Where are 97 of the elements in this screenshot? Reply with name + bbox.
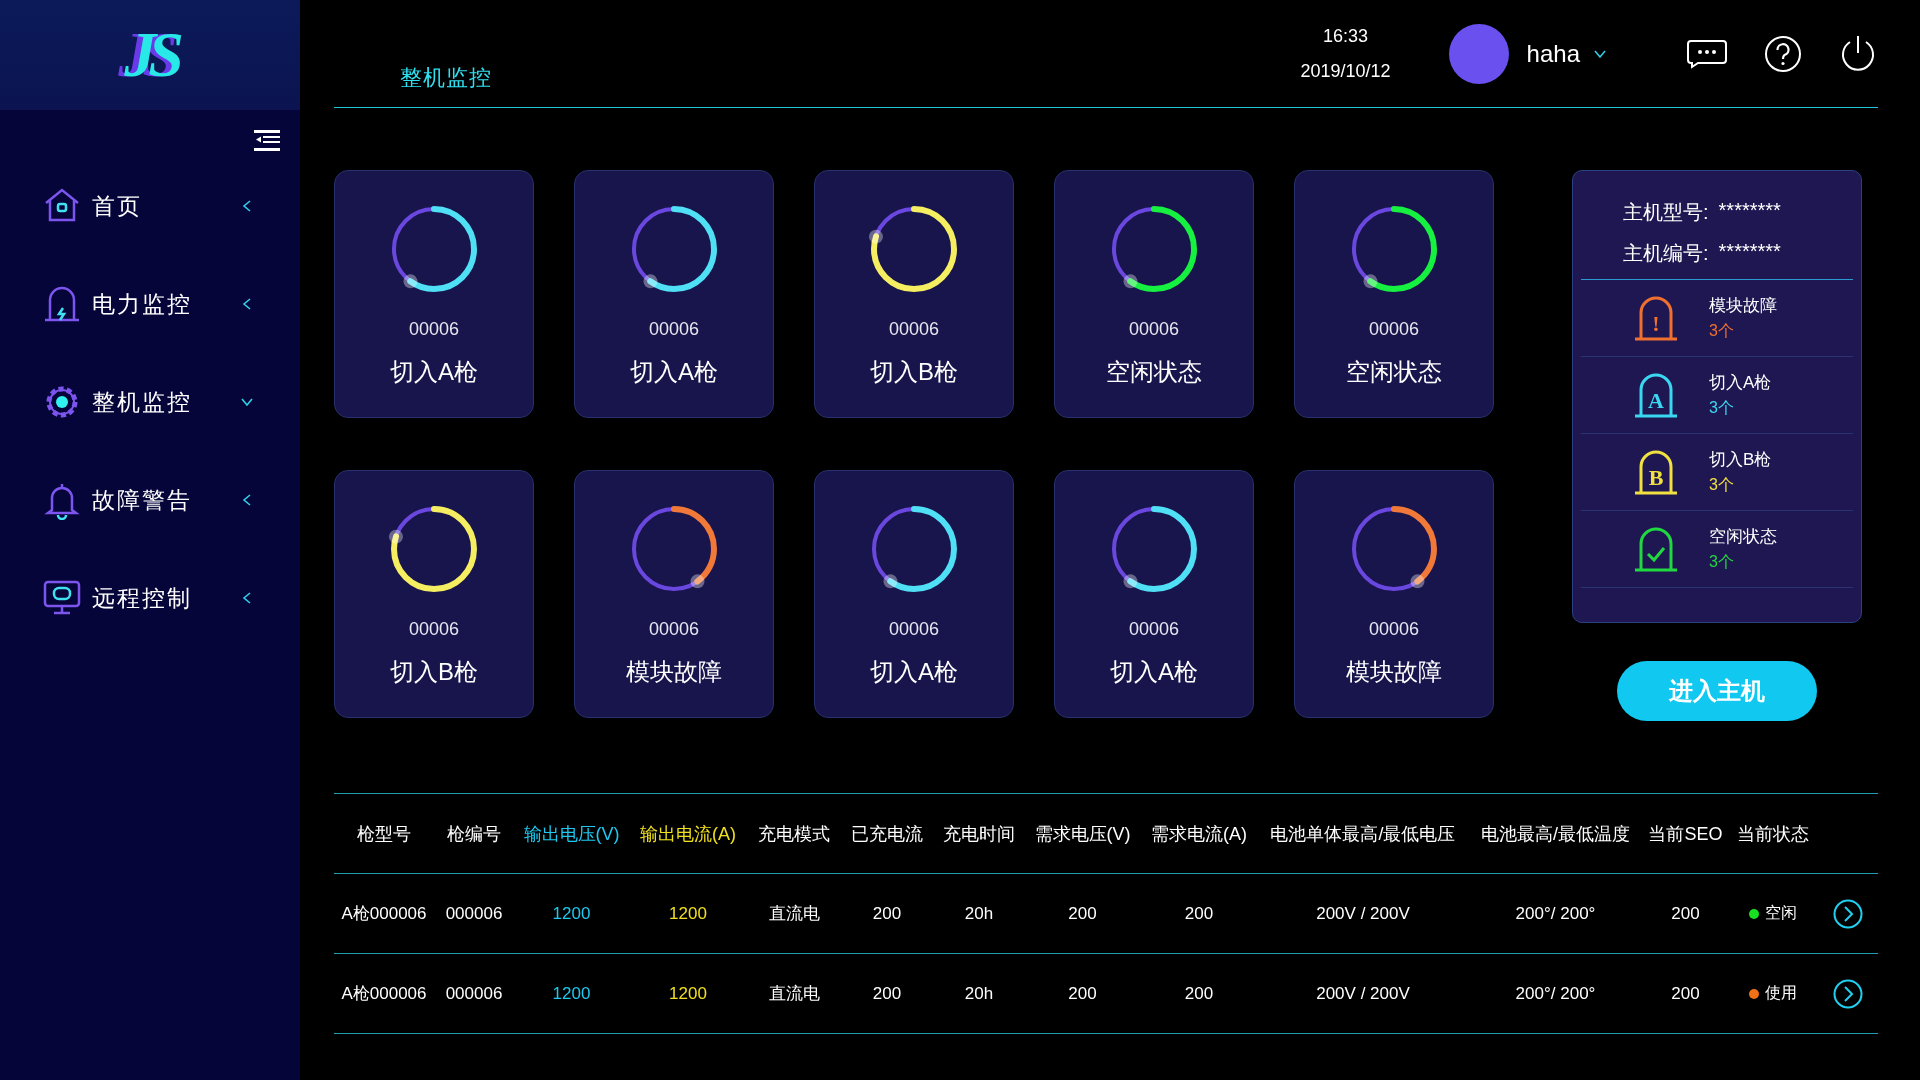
message-icon[interactable] — [1686, 38, 1728, 69]
nav-item[interactable]: 首页 — [0, 182, 300, 230]
nav-item[interactable]: 远程控制 — [0, 574, 300, 622]
stat-count: 3个 — [1709, 321, 1735, 341]
status-card[interactable]: 00006 切入A枪 — [1054, 470, 1254, 718]
card-code: 00006 — [888, 319, 940, 340]
table-cell-text: 200V / 200V — [1315, 983, 1411, 1004]
help-icon[interactable] — [1764, 34, 1802, 73]
field-value: ******** — [1718, 240, 1781, 264]
column-header: 电池单体最高/最低电压 — [1269, 822, 1457, 846]
nav-item[interactable]: 电力监控 — [0, 280, 300, 328]
table-cell-text: 200 — [1183, 903, 1215, 924]
username[interactable]: haha — [1526, 39, 1580, 68]
table-cell-text: 1200 — [551, 903, 592, 924]
bolt-icon — [42, 284, 82, 324]
card-status: 切入A枪 — [630, 357, 718, 387]
card-code: 00006 — [408, 619, 460, 640]
table-cell-text: 000006 — [444, 903, 504, 924]
table-cell-text: 200V / 200V — [1315, 903, 1411, 924]
caret-icon[interactable] — [1594, 49, 1606, 58]
status-card[interactable]: 00006 模块故障 — [574, 470, 774, 718]
table-cell-text: 200 — [1670, 983, 1701, 1004]
status-card[interactable]: 00006 模块故障 — [1294, 470, 1494, 718]
stat-label: 切入A枪 — [1709, 372, 1772, 394]
table-cell-text: 200 — [1183, 983, 1215, 1004]
field-label: 主机型号: — [1623, 200, 1709, 225]
card-code: 00006 — [648, 319, 700, 340]
table-cell-text: 20h — [963, 983, 995, 1004]
field-label: 主机编号: — [1623, 241, 1709, 266]
status-card[interactable]: 00006 切入A枪 — [334, 170, 534, 418]
card-code: 00006 — [1368, 319, 1420, 340]
status-card[interactable]: 00006 切入B枪 — [334, 470, 534, 718]
status-card[interactable]: 00006 切入A枪 — [814, 470, 1014, 718]
table-cell-text: 1200 — [668, 983, 708, 1004]
table-cell-text: A枪000006 — [340, 983, 428, 1005]
page-title: 整机监控 — [400, 64, 492, 92]
column-header: 输出电压(V) — [522, 822, 621, 846]
card-code: 00006 — [648, 619, 700, 640]
status-card[interactable]: 00006 切入B枪 — [814, 170, 1014, 418]
field-value: ******** — [1718, 199, 1781, 223]
table-cell-text: 直流电 — [767, 903, 821, 925]
table-cell-text: A枪000006 — [340, 903, 428, 925]
date-text: 2019/10/12 — [1300, 60, 1391, 82]
card-status: 空闲状态 — [1346, 357, 1442, 387]
column-header: 当前SEO — [1647, 822, 1724, 846]
table-cell-text: 200 — [1670, 903, 1701, 924]
column-header: 需求电压(V) — [1033, 822, 1132, 846]
table-cell-text: 20h — [963, 903, 995, 924]
table-cell-text: 1200 — [668, 903, 708, 924]
column-header: 已充电流 — [850, 822, 924, 846]
table-cell-text: 200 — [871, 983, 903, 1004]
stat-label: 切入B枪 — [1709, 449, 1772, 471]
status-text: 使用 — [1765, 983, 1797, 1003]
card-code: 00006 — [888, 619, 940, 640]
card-status: 切入B枪 — [870, 357, 958, 387]
card-status: 切入A枪 — [870, 657, 958, 687]
card-status: 空闲状态 — [1106, 357, 1202, 387]
column-header: 输出电流(A) — [639, 822, 737, 846]
table-cell-text: 200°/ 200° — [1514, 983, 1597, 1004]
table-cell-text: 000006 — [444, 983, 504, 1004]
stat-count: 3个 — [1709, 398, 1735, 418]
time-text: 16:33 — [1323, 25, 1369, 47]
column-header: 枪型号 — [356, 822, 412, 846]
card-code: 00006 — [1128, 619, 1180, 640]
table-cell-text: 直流电 — [767, 983, 821, 1005]
card-code: 00006 — [408, 319, 460, 340]
table-cell-text: 200 — [1067, 903, 1098, 924]
next-icon[interactable] — [1833, 978, 1863, 1009]
table-cell-text: 200°/ 200° — [1514, 903, 1597, 924]
nav-item[interactable]: 故障警告 — [0, 476, 300, 524]
status-card[interactable]: 00006 切入A枪 — [574, 170, 774, 418]
card-status: 切入A枪 — [390, 357, 478, 387]
stat-count: 3个 — [1709, 552, 1735, 572]
column-header: 充电模式 — [757, 822, 831, 846]
column-header: 需求电流(A) — [1150, 822, 1248, 846]
column-header: 充电时间 — [942, 822, 1016, 846]
table-cell-text: 200 — [1067, 983, 1098, 1004]
column-header: 枪编号 — [446, 822, 502, 846]
table-cell-text: 1200 — [551, 983, 592, 1004]
menu-icon[interactable] — [254, 130, 280, 152]
card-status: 切入A枪 — [1110, 657, 1198, 687]
card-status: 切入B枪 — [390, 657, 478, 687]
status-text: 空闲 — [1765, 903, 1797, 923]
stat-label: 模块故障 — [1709, 295, 1777, 317]
card-code: 00006 — [1368, 619, 1420, 640]
next-icon[interactable] — [1833, 898, 1863, 929]
card-code: 00006 — [1128, 319, 1180, 340]
nav-item[interactable]: 整机监控 — [0, 378, 300, 426]
card-status: 模块故障 — [1346, 657, 1442, 687]
status-card[interactable]: 00006 空闲状态 — [1294, 170, 1494, 418]
stat-count: 3个 — [1709, 475, 1735, 495]
stat-label: 空闲状态 — [1709, 526, 1777, 548]
column-header: 当前状态 — [1736, 822, 1810, 846]
column-header: 电池最高/最低温度 — [1480, 822, 1631, 846]
status-card[interactable]: 00006 空闲状态 — [1054, 170, 1254, 418]
table-cell-text: 200 — [871, 903, 903, 924]
card-status: 模块故障 — [626, 657, 722, 687]
